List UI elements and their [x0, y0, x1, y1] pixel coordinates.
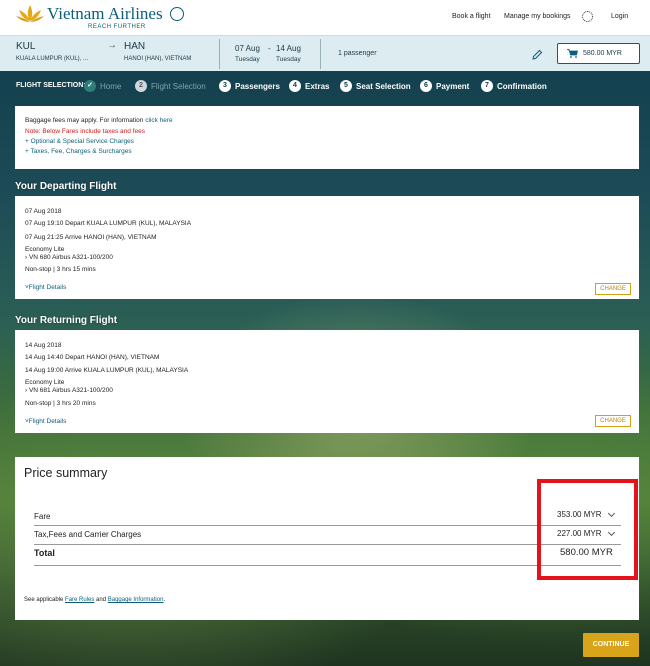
step-number: 5	[340, 80, 352, 92]
vietnam-airlines-logo[interactable]: Vietnam Airlines REACH FURTHER	[16, 3, 184, 33]
flight-date: 07 Aug 2018	[25, 208, 62, 215]
step-label: Confirmation	[497, 82, 547, 91]
nav-book-flight[interactable]: Book a flight	[452, 13, 491, 20]
steps-label: FLIGHT SELECTION:	[16, 82, 86, 89]
flight-number: › VN 681 Airbus A321-100/200	[25, 387, 113, 394]
progress-steps: FLIGHT SELECTION: ✓ Home 2 Flight Select…	[0, 78, 650, 96]
gear-icon[interactable]	[582, 11, 593, 22]
arrival-info: 14 Aug 19:00 Arrive KUALA LUMPUR (KUL), …	[25, 367, 189, 374]
lotus-logo-icon	[16, 5, 44, 22]
departing-flight-panel: 07 Aug 2018 07 Aug 19:10 Depart KUALA LU…	[15, 196, 639, 299]
nav-manage-bookings[interactable]: Manage my bookings	[504, 13, 571, 20]
flight-details-label: Flight Details	[28, 284, 67, 291]
cart-icon	[567, 49, 578, 58]
passenger-count: 1 passenger	[338, 50, 377, 57]
flight-details-link[interactable]: ˅Flight Details	[25, 284, 66, 291]
cabin-class: Economy Lite	[25, 246, 65, 253]
pencil-icon[interactable]	[531, 49, 543, 61]
highlight-annotation-box	[537, 479, 638, 580]
departure-info: 14 Aug 14:40 Depart HANOI (HAN), VIETNAM	[25, 354, 160, 361]
flight-duration: Non-stop | 3 hrs 20 mins	[25, 400, 96, 407]
step-number: 7	[481, 80, 493, 92]
baggage-information-link[interactable]: Baggage Information	[108, 597, 164, 603]
flight-duration: Non-stop | 3 hrs 15 mins	[25, 266, 96, 273]
check-icon: ✓	[84, 80, 96, 92]
origin-city: KUALA LUMPUR (KUL), ...	[16, 56, 89, 62]
step-number: 6	[420, 80, 432, 92]
step-number: 4	[289, 80, 301, 92]
step-label: Flight Selection	[151, 82, 206, 91]
fare-notice-panel: Baggage fees may apply. For information …	[15, 106, 639, 169]
depart-date: 07 Aug	[235, 44, 260, 53]
depart-day: Tuesday	[235, 56, 260, 63]
step-number: 3	[219, 80, 231, 92]
baggage-fee-text: Baggage fees may apply. For information	[25, 117, 146, 124]
notice-text: Baggage fees may apply. For information …	[25, 117, 173, 124]
top-header: Vietnam Airlines REACH FURTHER Book a fl…	[0, 0, 650, 35]
step-number: 2	[135, 80, 147, 92]
returning-title: Your Returning Flight	[15, 315, 118, 326]
taxes-fees-link[interactable]: + Taxes, Fee, Charges & Surcharges	[25, 148, 132, 155]
brand-tagline: REACH FURTHER	[88, 24, 146, 30]
destination-code: HAN	[124, 41, 146, 52]
step-label: Seat Selection	[356, 82, 411, 91]
fare-label: Fare	[34, 512, 51, 521]
nav-login[interactable]: Login	[611, 13, 628, 20]
total-row: Total 580.00 MYR	[34, 547, 621, 561]
divider	[34, 544, 621, 545]
step-label: Extras	[305, 82, 330, 91]
brand-name: Vietnam Airlines	[47, 4, 163, 23]
route-arrow-icon: →	[107, 40, 117, 51]
change-departing-button[interactable]: CHANGE	[595, 283, 631, 295]
departure-info: 07 Aug 19:10 Depart KUALA LUMPUR (KUL), …	[25, 220, 192, 227]
change-returning-button[interactable]: CHANGE	[595, 415, 631, 427]
cabin-class: Economy Lite	[25, 379, 65, 386]
divider	[219, 39, 220, 69]
arrival-info: 07 Aug 21:25 Arrive HANOI (HAN), VIETNAM	[25, 234, 157, 241]
fare-rules-link[interactable]: Fare Rules	[65, 597, 94, 603]
date-separator: -	[268, 44, 271, 53]
continue-button[interactable]: CONTINUE	[583, 633, 639, 657]
divider	[320, 39, 321, 69]
cart-button[interactable]: 580.00 MYR	[557, 43, 640, 64]
origin-code: KUL	[16, 41, 36, 52]
applicable-info: See applicable Fare Rules and Baggage In…	[24, 597, 165, 603]
divider	[34, 525, 621, 526]
return-date: 14 Aug	[276, 44, 301, 53]
divider	[34, 565, 621, 566]
skyteam-badge-icon	[170, 7, 184, 21]
flight-details-label: Flight Details	[28, 418, 67, 425]
cart-total: 580.00 MYR	[583, 50, 622, 57]
step-label: Home	[100, 82, 122, 91]
footer-suffix: .	[163, 597, 166, 603]
fare-row[interactable]: Fare 353.00 MYR	[34, 509, 621, 524]
price-summary-title: Price summary	[24, 466, 108, 480]
fare-note: Note: Below Fares include taxes and fees	[25, 128, 145, 135]
footer-prefix: See applicable	[24, 597, 66, 603]
tax-row[interactable]: Tax,Fees and Carrier Charges 227.00 MYR	[34, 528, 621, 543]
returning-flight-panel: 14 Aug 2018 14 Aug 14:40 Depart HANOI (H…	[15, 330, 639, 433]
search-summary-bar: KUL KUALA LUMPUR (KUL), ... → HAN HANOI …	[0, 35, 650, 71]
footer-and: and	[94, 597, 108, 603]
flight-date: 14 Aug 2018	[25, 342, 62, 349]
departing-title: Your Departing Flight	[15, 181, 117, 192]
return-day: Tuesday	[276, 56, 301, 63]
destination-city: HANOI (HAN), VIETNAM	[124, 56, 192, 62]
click-here-link[interactable]: click here	[145, 117, 172, 124]
total-label: Total	[34, 548, 55, 558]
flight-number: › VN 680 Airbus A321-100/200	[25, 254, 113, 261]
tax-label: Tax,Fees and Carrier Charges	[34, 530, 142, 539]
step-label: Payment	[436, 82, 470, 91]
flight-details-link[interactable]: ˅Flight Details	[25, 418, 66, 425]
step-label: Passengers	[235, 82, 280, 91]
optional-charges-link[interactable]: + Optional & Special Service Charges	[25, 138, 134, 145]
